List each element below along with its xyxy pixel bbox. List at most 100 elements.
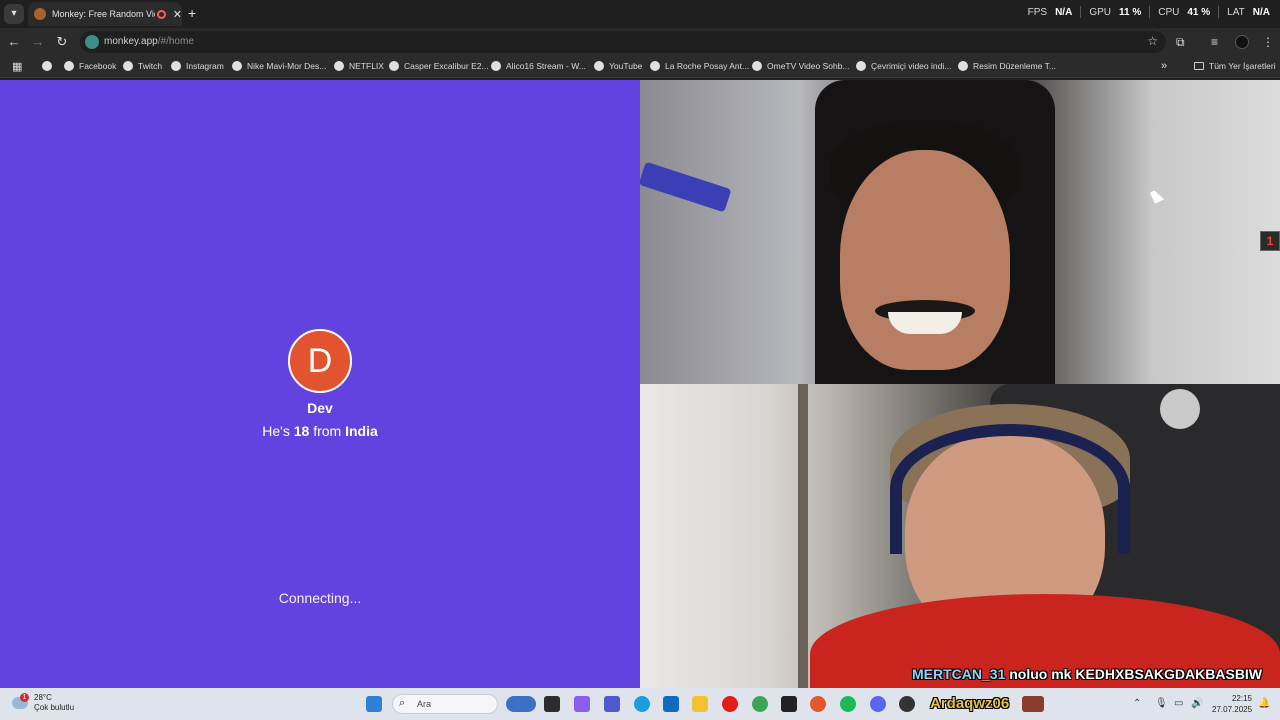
more-bookmarks-chevron-icon[interactable]: » (1161, 60, 1167, 72)
tab-search-chevron-icon[interactable]: ▾ (4, 4, 24, 24)
forward-arrow-icon[interactable]: → (30, 34, 46, 49)
bookmark-item[interactable]: Facebook (64, 61, 116, 71)
bookmark-star-icon[interactable]: ☆ (1147, 34, 1158, 48)
notification-bell-icon[interactable]: 🔔 (1258, 698, 1270, 709)
bookmark-label: Alico16 Stream - W... (506, 61, 586, 71)
globe-icon (42, 61, 52, 71)
game-thumbnail-icon[interactable] (1022, 696, 1044, 712)
bookmark-item[interactable]: La Roche Posay Ant... (650, 61, 749, 71)
menu-kebab-icon[interactable]: ⋮ (1262, 35, 1274, 49)
search-icon: ⌕ (399, 697, 406, 709)
info-mid: from (313, 423, 342, 439)
bookmark-item[interactable]: YouTube (594, 61, 642, 71)
widgets-icon[interactable] (506, 696, 536, 712)
search-box[interactable]: ⌕ Ara (392, 694, 498, 714)
copilot-icon[interactable] (574, 696, 590, 712)
bookmark-item[interactable]: Instagram (171, 61, 224, 71)
outlook-icon[interactable] (663, 696, 679, 712)
tray-chevron-icon[interactable]: ⌃ (1133, 698, 1141, 709)
bookmark-item[interactable]: Casper Excalibur E2... (389, 61, 489, 71)
chrome-icon[interactable] (752, 696, 768, 712)
toolbar: ← → ↻ monkey.app/#/home ☆ ⧉ ≡ ⋮ (0, 28, 1280, 56)
bookmark-item[interactable]: Twitch (123, 61, 162, 71)
volume-icon[interactable]: 🔊 (1191, 698, 1203, 709)
tab-monkey[interactable]: Monkey: Free Random Vide ✕ (28, 2, 182, 26)
performance-overlay: FPS N/A GPU 11 % CPU 41 % LAT N/A (1028, 6, 1270, 18)
door-frame (798, 384, 808, 688)
all-bookmarks-label: Tüm Yer İşaretleri (1209, 61, 1276, 71)
discord-icon[interactable] (870, 696, 886, 712)
terminal-icon[interactable] (781, 696, 797, 712)
chat-overlay: MERTCAN_31 noluo mk KEDHXBSAKGDAKBASBIW (912, 666, 1262, 682)
obs-icon[interactable] (810, 696, 826, 712)
back-arrow-icon[interactable]: ← (6, 34, 22, 49)
microphone-icon[interactable]: 🎙 (1155, 698, 1168, 709)
headset (890, 424, 1130, 554)
cpu-label: CPU (1158, 6, 1180, 18)
bookmark-item[interactable]: Nike Mavi-Mor Des... (232, 61, 326, 71)
fps-value: N/A (1055, 6, 1073, 18)
tab-title: Monkey: Free Random Vide (52, 9, 155, 19)
opera-icon[interactable] (722, 696, 738, 712)
media-controls-icon[interactable]: ≡ (1211, 35, 1218, 49)
connection-status: Connecting... (278, 590, 362, 606)
bookmark-item[interactable]: Çevrimiçi video indi... (856, 61, 951, 71)
globe-icon (389, 61, 399, 71)
edge-icon[interactable] (634, 696, 650, 712)
address-bar[interactable]: monkey.app/#/home ☆ (80, 31, 1166, 53)
streamer-webcam-video: 1 (640, 80, 1280, 384)
reload-icon[interactable]: ↻ (54, 34, 70, 50)
monkey-favicon-icon (34, 8, 46, 20)
bookmark-item[interactable] (42, 61, 57, 71)
folder-icon (1194, 62, 1204, 70)
match-name: Dev (307, 400, 333, 416)
steam-icon[interactable] (899, 696, 915, 712)
globe-icon (856, 61, 866, 71)
profile-avatar[interactable] (1235, 35, 1249, 49)
bookmark-label: YouTube (609, 61, 643, 71)
globe-icon (334, 61, 344, 71)
streamer-name-overlay: Ardaqwz06 (930, 695, 1010, 712)
avatar: D (288, 329, 352, 393)
new-tab-button[interactable]: + (188, 5, 196, 21)
url-text: monkey.app/#/home (104, 36, 194, 47)
weather-badge: 1 (20, 693, 29, 702)
clock-time: 22:15 (1231, 694, 1252, 703)
tab-strip: ▾ Monkey: Free Random Vide ✕ + FPS N/A G… (0, 0, 1280, 28)
bookmark-item[interactable]: Resim Düzenleme T... (958, 61, 1056, 71)
weather-desc: Çok bulutlu (34, 703, 75, 712)
weather-widget[interactable]: 1 28°C Çok bulutlu (12, 693, 74, 713)
extensions-icon[interactable]: ⧉ (1176, 35, 1185, 50)
teams-icon[interactable] (604, 696, 620, 712)
task-view-icon[interactable] (544, 696, 560, 712)
bookmark-label: OmeTV Video Sohb... (767, 61, 850, 71)
lat-value: N/A (1252, 6, 1270, 18)
globe-icon (171, 61, 181, 71)
weather-temp: 28°C (34, 693, 52, 702)
system-clock[interactable]: 22:15 27.07.2025 (1212, 693, 1252, 715)
chat-username: MERTCAN_31 (912, 666, 1006, 682)
mic-arm (640, 161, 732, 213)
match-panel: D Dev He's 18 from India Connecting... (0, 80, 640, 688)
url-path: /#/home (157, 36, 194, 47)
all-bookmarks-folder[interactable]: Tüm Yer İşaretleri (1194, 61, 1276, 71)
bookmarks-bar: ▦ Facebook Twitch Instagram Nike Mavi-Mo… (0, 56, 1280, 78)
bookmark-item[interactable]: OmeTV Video Sohb... (752, 61, 850, 71)
network-icon[interactable]: ▭ (1174, 698, 1183, 709)
taskbar: 1 28°C Çok bulutlu ⌕ Ara Ardaqwz06 ⌃ 🎙 ▭… (0, 688, 1280, 720)
spotify-icon[interactable] (840, 696, 856, 712)
gpu-label: GPU (1089, 6, 1111, 18)
site-info-icon[interactable] (85, 35, 99, 49)
close-tab-icon[interactable]: ✕ (173, 8, 182, 21)
bookmark-label: Twitch (138, 61, 163, 71)
bookmark-item[interactable]: NETFLIX (334, 61, 384, 71)
file-explorer-icon[interactable] (692, 696, 708, 712)
cpu-value: 41 % (1187, 6, 1211, 18)
bookmark-item[interactable]: Alico16 Stream - W... (491, 61, 586, 71)
divider (1218, 6, 1220, 18)
globe-icon (491, 61, 501, 71)
bookmark-label: Nike Mavi-Mor Des... (247, 61, 327, 71)
windows-start-icon[interactable] (366, 696, 382, 712)
globe-icon (752, 61, 762, 71)
apps-grid-icon[interactable]: ▦ (12, 60, 22, 73)
